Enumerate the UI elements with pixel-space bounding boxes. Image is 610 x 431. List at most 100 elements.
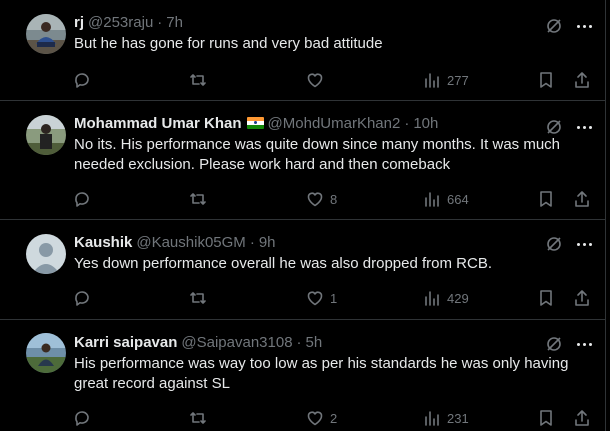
repost-button[interactable] (188, 286, 208, 310)
separator: · (249, 233, 255, 251)
repost-button[interactable] (188, 68, 208, 92)
repost-button[interactable] (188, 187, 208, 211)
repost-icon (190, 292, 206, 304)
india-flag-icon (246, 117, 264, 129)
tweet-text: Yes down performance overall he was also… (74, 255, 492, 272)
bookmark-icon (540, 72, 552, 88)
reply-icon (75, 73, 89, 88)
bookmark-button[interactable] (536, 406, 556, 430)
username[interactable]: @253raju (88, 14, 153, 31)
timestamp[interactable]: 10h (413, 115, 438, 132)
more-options-icon[interactable] (577, 17, 592, 35)
bookmark-button[interactable] (536, 187, 556, 211)
tweet-corner-actions (545, 118, 592, 136)
tweet-content: Kaushik @Kaushik05GM · 9h Yes down perfo… (74, 232, 594, 274)
separator: · (296, 333, 302, 351)
username[interactable]: @MohdUmarKhan2 (268, 115, 401, 132)
separator: · (157, 13, 163, 31)
tweet-actions: 277 (72, 68, 592, 92)
reply-button[interactable] (72, 406, 92, 430)
timestamp[interactable]: 9h (259, 234, 276, 251)
reply-button[interactable] (72, 286, 92, 310)
reply-button[interactable] (72, 68, 92, 92)
view-count: 664 (447, 191, 469, 207)
share-icon (575, 290, 589, 306)
views-button[interactable]: 429 (422, 286, 469, 310)
avatar[interactable] (26, 14, 66, 54)
tweet-content: Karri saipavan @Saipavan3108 · 5h His pe… (74, 332, 594, 394)
share-button[interactable] (572, 406, 592, 430)
avatar[interactable] (26, 115, 66, 155)
share-icon (575, 191, 589, 207)
tweet-actions: 2 231 (72, 406, 592, 430)
share-icon (575, 72, 589, 88)
grok-icon[interactable] (545, 17, 563, 35)
avatar[interactable] (26, 333, 66, 373)
like-button[interactable]: 2 (305, 406, 337, 430)
view-count: 277 (447, 72, 469, 88)
grok-icon[interactable] (545, 235, 563, 253)
bookmark-button[interactable] (536, 68, 556, 92)
share-button[interactable] (572, 286, 592, 310)
tweet[interactable]: rj @253raju · 7h But he has gone for run… (0, 0, 606, 101)
repost-icon (190, 74, 206, 86)
tweet-actions: 8 664 (72, 187, 592, 211)
tweet-text: No its. His performance was quite down s… (74, 136, 561, 173)
views-button[interactable]: 664 (422, 187, 469, 211)
tweet-header: Mohammad Umar Khan @MohdUmarKhan2 · 10h (74, 113, 594, 133)
tweet[interactable]: Mohammad Umar Khan @MohdUmarKhan2 · 10h … (0, 101, 606, 220)
tweet-text: But he has gone for runs and very bad at… (74, 35, 383, 52)
tweet-corner-actions (545, 335, 592, 353)
share-button[interactable] (572, 68, 592, 92)
grok-icon[interactable] (545, 335, 563, 353)
reply-icon (75, 192, 89, 207)
username[interactable]: @Kaushik05GM (136, 234, 245, 251)
tweet[interactable]: Kaushik @Kaushik05GM · 9h Yes down perfo… (0, 220, 606, 320)
tweet-header: rj @253raju · 7h (74, 12, 594, 32)
username[interactable]: @Saipavan3108 (181, 334, 292, 351)
display-name[interactable]: Kaushik (74, 234, 132, 251)
more-options-icon[interactable] (577, 118, 592, 136)
display-name[interactable]: rj (74, 14, 84, 31)
grok-icon[interactable] (545, 118, 563, 136)
like-button[interactable]: 1 (305, 286, 337, 310)
like-button[interactable] (305, 68, 330, 92)
tweet-actions: 1 429 (72, 286, 592, 310)
timestamp[interactable]: 5h (306, 334, 323, 351)
views-chart-icon (425, 73, 439, 88)
like-count: 1 (330, 290, 338, 306)
repost-icon (190, 193, 206, 205)
views-button[interactable]: 231 (422, 406, 469, 430)
views-chart-icon (425, 411, 439, 426)
tweet-corner-actions (545, 235, 592, 253)
heart-icon (307, 291, 323, 306)
separator: · (404, 114, 410, 132)
like-count: 2 (330, 410, 338, 426)
views-button[interactable]: 277 (422, 68, 469, 92)
display-name[interactable]: Karri saipavan (74, 334, 177, 351)
display-name[interactable]: Mohammad Umar Khan (74, 115, 242, 132)
views-chart-icon (425, 291, 439, 306)
view-count: 231 (447, 410, 469, 426)
like-count: 8 (330, 191, 338, 207)
tweet-content: Mohammad Umar Khan @MohdUmarKhan2 · 10h … (74, 113, 594, 175)
more-options-icon[interactable] (577, 235, 592, 253)
reply-icon (75, 411, 89, 426)
repost-button[interactable] (188, 406, 208, 430)
share-button[interactable] (572, 187, 592, 211)
bookmark-icon (540, 290, 552, 306)
tweet-header: Kaushik @Kaushik05GM · 9h (74, 232, 594, 252)
reply-icon (75, 291, 89, 306)
avatar[interactable] (26, 234, 66, 274)
heart-icon (307, 192, 323, 207)
more-options-icon[interactable] (577, 335, 592, 353)
bookmark-button[interactable] (536, 286, 556, 310)
tweet-corner-actions (545, 17, 592, 35)
tweet[interactable]: Karri saipavan @Saipavan3108 · 5h His pe… (0, 320, 606, 431)
timestamp[interactable]: 7h (166, 14, 183, 31)
reply-button[interactable] (72, 187, 92, 211)
share-icon (575, 410, 589, 426)
tweet-content: rj @253raju · 7h But he has gone for run… (74, 12, 594, 54)
like-button[interactable]: 8 (305, 187, 337, 211)
bookmark-icon (540, 410, 552, 426)
